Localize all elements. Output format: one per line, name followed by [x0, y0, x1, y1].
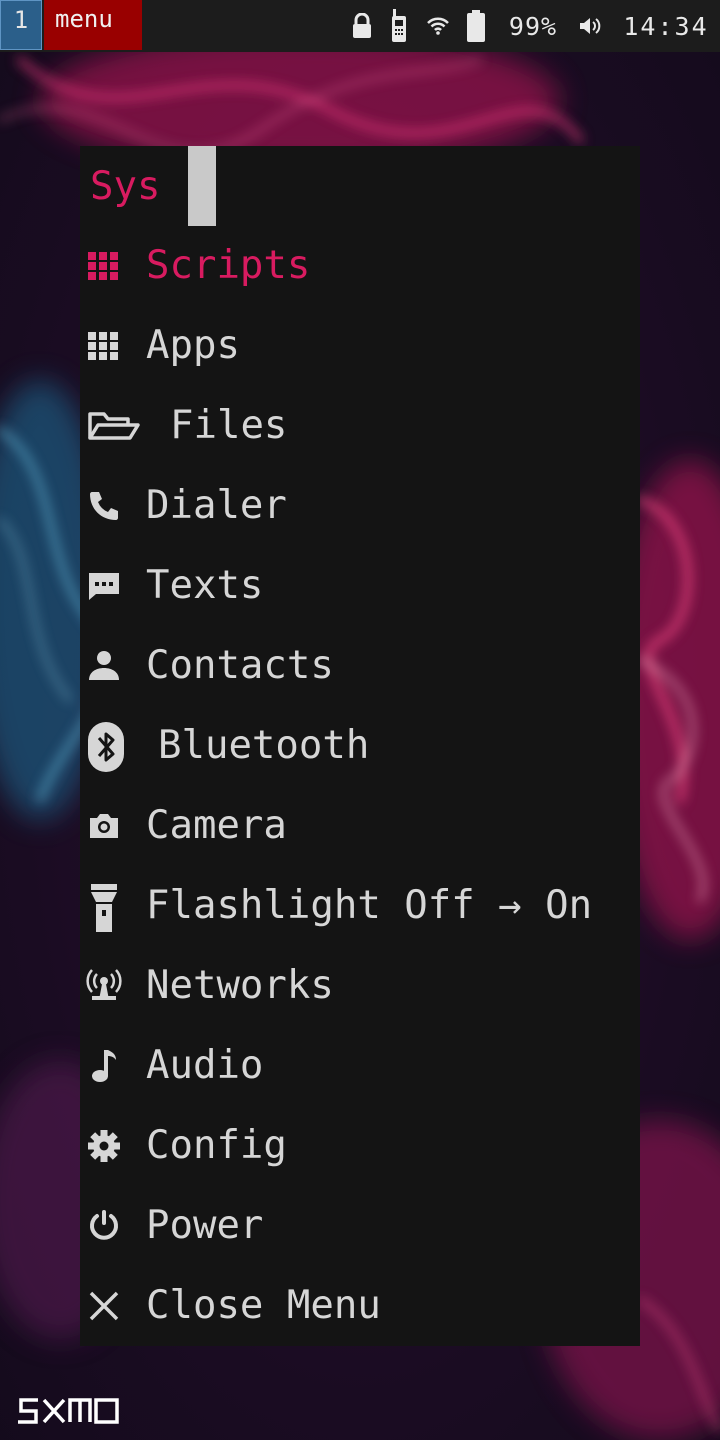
antenna-icon — [86, 968, 122, 1004]
bluetooth-icon — [86, 722, 126, 772]
menu-item-config[interactable]: Config — [80, 1106, 640, 1186]
battery-percentage: 99% — [508, 11, 558, 41]
sxmo-logo — [18, 1398, 119, 1424]
lock-icon — [348, 0, 376, 52]
menu-item-label: Networks — [146, 963, 334, 1008]
menu-item-label: Texts — [146, 563, 264, 608]
menu-item-texts[interactable]: Texts — [80, 546, 640, 626]
menu-item-label: Dialer — [146, 483, 287, 528]
menu-item-label: Config — [146, 1123, 287, 1168]
grid-icon — [86, 248, 122, 284]
workspace-tag[interactable]: 1 — [0, 0, 42, 50]
menu-tag[interactable]: menu — [44, 0, 142, 50]
menu-item-contacts[interactable]: Contacts — [80, 626, 640, 706]
battery-icon — [464, 0, 488, 52]
close-icon — [86, 1288, 122, 1324]
menu-item-scripts[interactable]: Scripts — [80, 226, 640, 306]
music-note-icon — [86, 1048, 122, 1084]
menu-panel: Sys Scripts Apps Files Dialer Texts Cont… — [80, 146, 640, 1346]
menu-item-audio[interactable]: Audio — [80, 1026, 640, 1106]
volume-icon — [576, 0, 604, 52]
phone-signal-icon — [388, 0, 410, 52]
menu-item-label: Flashlight Off → On — [146, 883, 593, 928]
flashlight-icon — [86, 884, 122, 932]
gear-icon — [86, 1128, 122, 1164]
menu-item-networks[interactable]: Networks — [80, 946, 640, 1026]
menu-item-label: Close Menu — [146, 1283, 381, 1328]
wifi-icon — [424, 0, 452, 52]
menu-item-files[interactable]: Files — [80, 386, 640, 466]
top-bar: 1 menu 99% 14:34 — [0, 0, 720, 52]
folder-open-icon — [86, 408, 142, 444]
menu-item-power[interactable]: Power — [80, 1186, 640, 1266]
phone-icon — [86, 488, 122, 524]
menu-item-apps[interactable]: Apps — [80, 306, 640, 386]
menu-item-label: Scripts — [146, 243, 311, 288]
power-icon — [86, 1208, 122, 1244]
grid-icon — [86, 328, 122, 364]
menu-item-label: Apps — [146, 323, 240, 368]
menu-item-label: Power — [146, 1203, 264, 1248]
person-icon — [86, 648, 122, 684]
menu-item-bluetooth[interactable]: Bluetooth — [80, 706, 640, 786]
menu-item-label: Contacts — [146, 643, 334, 688]
menu-item-label: Files — [170, 403, 288, 448]
menu-item-label: Audio — [146, 1043, 264, 1088]
text-cursor[interactable] — [188, 146, 216, 226]
menu-item-label: Camera — [146, 803, 287, 848]
prompt-label: Sys — [90, 163, 161, 209]
camera-icon — [86, 808, 122, 844]
menu-item-flashlight[interactable]: Flashlight Off → On — [80, 866, 640, 946]
menu-prompt: Sys — [90, 146, 160, 226]
clock: 14:34 — [623, 11, 709, 41]
menu-item-close-menu[interactable]: Close Menu — [80, 1266, 640, 1346]
menu-item-camera[interactable]: Camera — [80, 786, 640, 866]
menu-item-dialer[interactable]: Dialer — [80, 466, 640, 546]
message-icon — [86, 568, 122, 604]
menu-item-label: Bluetooth — [158, 723, 370, 768]
